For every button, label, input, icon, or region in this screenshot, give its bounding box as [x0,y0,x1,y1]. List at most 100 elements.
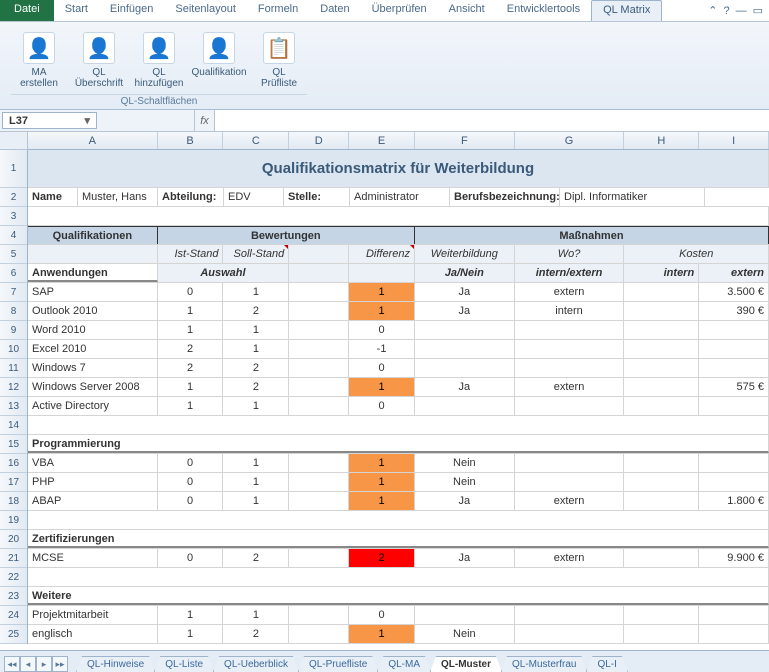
cell-weiterbildung[interactable]: Nein [415,454,515,472]
formula-input[interactable] [214,110,769,131]
label-stelle[interactable]: Stelle: [284,188,350,206]
cell-wo[interactable]: extern [515,492,625,510]
cell-wo[interactable]: extern [515,549,625,567]
sheet-tab[interactable]: QL-I [586,656,627,672]
hdr-extern[interactable]: extern [699,264,769,282]
cell-name[interactable]: SAP [28,283,158,301]
row-header[interactable]: 8 [0,302,27,321]
cell-extern[interactable]: 575 € [699,378,769,396]
cell-wo[interactable]: extern [515,378,625,396]
page-title[interactable]: Qualifikationsmatrix für Weiterbildung [28,150,769,187]
cell-intern[interactable] [624,454,699,472]
cell[interactable] [289,378,349,396]
cell-extern[interactable] [699,340,769,358]
col-header[interactable]: D [289,132,349,149]
cell-name[interactable]: MCSE [28,549,158,567]
row-header[interactable]: 3 [0,207,27,226]
cell-soll[interactable]: 2 [223,302,289,320]
cell-intern[interactable] [624,473,699,491]
cell-diff[interactable]: 0 [349,321,415,339]
cell-name[interactable]: ABAP [28,492,158,510]
cell-weiterbildung[interactable]: Nein [415,625,515,643]
cell-extern[interactable]: 9.900 € [699,549,769,567]
row-headers[interactable]: 1234567891011121314151617181920212223242… [0,150,28,644]
label-beruf[interactable]: Berufsbezeichnung: [450,188,560,206]
cell-diff[interactable]: 1 [349,625,415,643]
row-header[interactable]: 10 [0,340,27,359]
hdr-diff[interactable]: Differenz [349,245,415,263]
cell-intern[interactable] [624,492,699,510]
select-all-corner[interactable] [0,132,28,150]
cell-ist[interactable]: 0 [158,492,224,510]
cell-intern[interactable] [624,606,699,624]
row-header[interactable]: 25 [0,625,27,644]
tab-next-icon[interactable]: ▸ [36,656,52,672]
cell-extern[interactable] [699,321,769,339]
group-programmierung[interactable]: Programmierung [28,435,769,453]
cell[interactable] [289,549,349,567]
sheet-tab[interactable]: QL-Ueberblick [213,656,299,672]
cell-diff[interactable]: 1 [349,454,415,472]
cell-intern[interactable] [624,359,699,377]
cell-extern[interactable] [699,625,769,643]
tab-first-icon[interactable]: ◂◂ [4,656,20,672]
cell-diff[interactable]: 1 [349,473,415,491]
row-header[interactable]: 23 [0,587,27,606]
cell-weiterbildung[interactable] [415,321,515,339]
cell[interactable] [28,568,769,586]
fx-icon[interactable]: fx [194,110,214,131]
cell-diff[interactable]: 0 [349,359,415,377]
value-name[interactable]: Muster, Hans [78,188,158,206]
cell-extern[interactable]: 390 € [699,302,769,320]
cell-weiterbildung[interactable]: Nein [415,473,515,491]
row-header[interactable]: 21 [0,549,27,568]
cell-diff[interactable]: 2 [349,549,415,567]
row-header[interactable]: 18 [0,492,27,511]
cell-wo[interactable] [515,473,625,491]
tab-last-icon[interactable]: ▸▸ [52,656,68,672]
col-header[interactable]: B [158,132,224,149]
row-header[interactable]: 5 [0,245,27,264]
group-zertifizierungen[interactable]: Zertifizierungen [28,530,769,548]
cell-weiterbildung[interactable]: Ja [415,549,515,567]
hdr-anwendungen[interactable]: Anwendungen [28,264,158,282]
row-header[interactable]: 16 [0,454,27,473]
cell-weiterbildung[interactable] [415,359,515,377]
cell-ist[interactable]: 0 [158,454,224,472]
ribbon-tab[interactable]: Ansicht [438,0,496,21]
label-abteilung[interactable]: Abteilung: [158,188,224,206]
cell-wo[interactable]: extern [515,283,625,301]
cell[interactable] [289,340,349,358]
ribbon-tab[interactable]: Entwicklertools [496,0,591,21]
group-weitere[interactable]: Weitere [28,587,769,605]
cell-weiterbildung[interactable] [415,397,515,415]
ribbon-button[interactable]: 👤MA erstellen [11,29,67,92]
cell-ist[interactable]: 0 [158,549,224,567]
row-header[interactable]: 15 [0,435,27,454]
tab-prev-icon[interactable]: ◂ [20,656,36,672]
col-header[interactable]: C [223,132,289,149]
cell[interactable] [289,245,349,263]
cell[interactable] [289,264,349,282]
cell-name[interactable]: Outlook 2010 [28,302,158,320]
col-header[interactable]: F [415,132,515,149]
hdr-wo[interactable]: Wo? [515,245,625,263]
cell-soll[interactable]: 1 [223,340,289,358]
cell-ist[interactable]: 1 [158,606,224,624]
cell-intern[interactable] [624,340,699,358]
hdr-internextern[interactable]: intern/extern [515,264,625,282]
cell-extern[interactable] [699,454,769,472]
cell-intern[interactable] [624,302,699,320]
cell[interactable] [289,321,349,339]
ribbon-tab[interactable]: Daten [309,0,360,21]
cell-weiterbildung[interactable]: Ja [415,283,515,301]
cell-name[interactable]: Windows Server 2008 [28,378,158,396]
hdr-weiterbildung[interactable]: Weiterbildung [415,245,515,263]
cell-soll[interactable]: 2 [223,378,289,396]
cell[interactable] [289,283,349,301]
ribbon-tab[interactable]: Seitenlayout [164,0,247,21]
hdr-massnahmen[interactable]: Maßnahmen [415,226,769,244]
cell[interactable] [28,416,769,434]
sheet-tab[interactable]: QL-Muster [430,656,502,672]
cell-soll[interactable]: 1 [223,321,289,339]
